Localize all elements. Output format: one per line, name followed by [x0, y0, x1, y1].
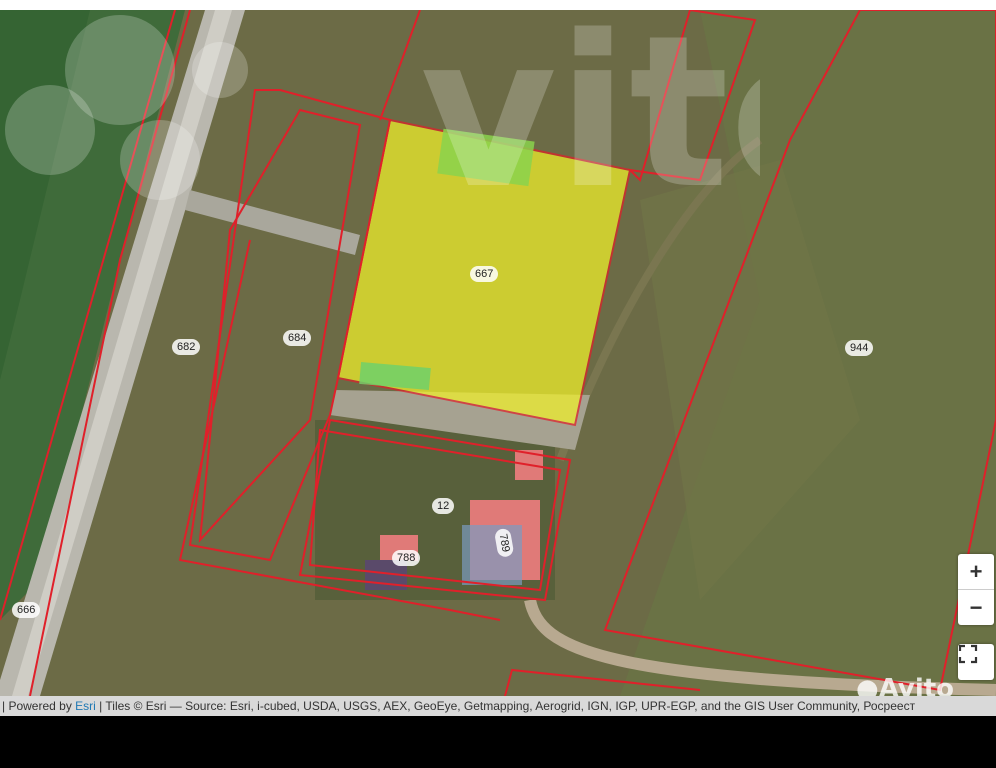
fullscreen-icon [958, 644, 978, 664]
zoom-out-button[interactable]: − [958, 590, 994, 625]
plot-label[interactable]: 788 [392, 550, 421, 566]
plot-label[interactable]: 684 [283, 330, 312, 346]
avito-logo-watermark: ●Avito [856, 674, 954, 696]
map-viewport[interactable]: vito 667 684 682 944 12 789 788 666 ●Avi… [0, 10, 996, 696]
zoom-control: + − [958, 554, 994, 625]
esri-link[interactable]: Esri [75, 699, 96, 713]
plot-label[interactable]: 666 [12, 602, 41, 618]
fullscreen-button[interactable] [958, 644, 994, 680]
zoom-in-button[interactable]: + [958, 554, 994, 589]
plot-label[interactable]: 12 [432, 498, 455, 514]
svg-text:vito: vito [420, 10, 760, 210]
bottom-bar [0, 716, 996, 768]
avito-watermark: vito [5, 10, 760, 210]
avito-dots-icon: ● [856, 674, 879, 696]
plot-label-highlighted[interactable]: 667 [470, 266, 499, 282]
top-bar [0, 0, 996, 10]
attribution-prefix: | Powered by [2, 699, 76, 713]
plot-label[interactable]: 944 [845, 340, 874, 356]
plot-label[interactable]: 682 [172, 339, 201, 355]
map-attribution: | Powered by Esri | Tiles © Esri — Sourc… [0, 696, 996, 716]
attribution-sources: | Tiles © Esri — Source: Esri, i-cubed, … [95, 699, 916, 713]
